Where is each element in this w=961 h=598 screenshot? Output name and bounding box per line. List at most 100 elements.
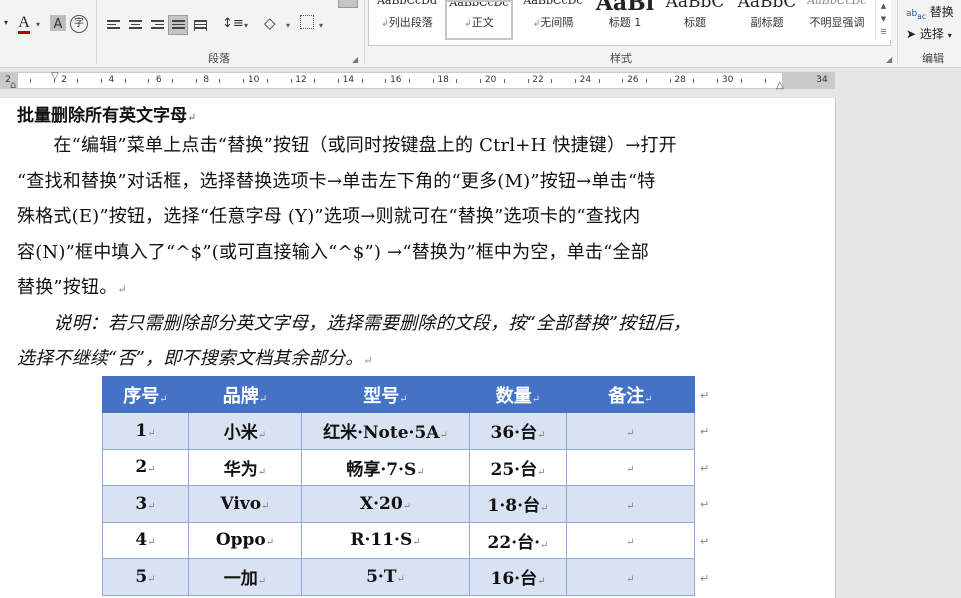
header-cell-quantity[interactable]: 数量↵ <box>469 376 567 413</box>
table-cell[interactable]: 5↵ <box>102 558 189 596</box>
ruler-tick <box>125 79 126 83</box>
scroll-up-icon[interactable]: ▲ <box>876 0 891 13</box>
table-cell[interactable]: 红米·Note·5A↵ <box>301 412 470 450</box>
header-cell-notes[interactable]: 备注↵ <box>566 376 695 413</box>
scroll-down-icon[interactable]: ▼ <box>876 13 891 26</box>
table-cell[interactable]: 一加↵ <box>188 558 302 596</box>
ruler-tick <box>243 79 244 83</box>
ruler-tick <box>528 79 529 83</box>
line-spacing-dropdown-icon[interactable]: ▾ <box>244 17 248 35</box>
cell-mark-icon: ↵ <box>402 500 412 512</box>
cell-mark-icon: ↵ <box>147 573 156 585</box>
style-subtitle[interactable]: AaBbC 副标题 <box>731 0 803 40</box>
table-cell[interactable]: X·20↵ <box>301 485 470 523</box>
select-button[interactable]: ➤ 选择 ▾ <box>906 25 952 42</box>
table-cell[interactable]: 2↵ <box>102 448 189 486</box>
cell-mark-icon: ↵ <box>540 539 549 551</box>
table-cell[interactable]: ↵ <box>566 485 695 523</box>
table-cell[interactable]: 1·8·台↵ <box>469 485 567 523</box>
paragraph-mark-icon: ↵ <box>117 283 127 296</box>
replace-button[interactable]: abac 替换 <box>906 3 954 21</box>
style-heading-1[interactable]: AaBl 标题 1 <box>589 0 661 40</box>
table-cell[interactable]: ↵ <box>566 412 695 450</box>
table-cell[interactable]: 畅享·7·S↵ <box>301 448 470 486</box>
cell-text: 4 <box>135 530 148 551</box>
first-line-indent-marker-icon[interactable]: ▽ <box>51 71 59 82</box>
table-cell[interactable]: ↵ <box>566 448 695 486</box>
style-prefix: ↲ <box>464 19 472 29</box>
justify-button[interactable] <box>168 15 188 35</box>
table-cell[interactable]: 3↵ <box>102 485 189 523</box>
table-cell[interactable]: 36·台↵ <box>469 412 567 450</box>
table-cell[interactable]: 5·T↵ <box>301 558 470 596</box>
hanging-indent-marker-icon[interactable]: ⌂ <box>10 80 16 91</box>
cell-mark-icon: ↵ <box>626 500 635 512</box>
table-cell[interactable]: Oppo↵ <box>188 521 302 559</box>
body-line-text: 替换”按钮。 <box>17 277 118 298</box>
align-right-button[interactable] <box>147 15 167 35</box>
align-center-button[interactable] <box>125 15 145 35</box>
style-title[interactable]: AaBbC 标题 <box>659 0 731 40</box>
group-separator <box>364 0 365 64</box>
show-marks-button[interactable] <box>338 0 358 8</box>
document-page[interactable]: 批量删除所有英文字母↵ 在“编辑”菜单上点击“替换”按钮（或同时按键盘上的 Ct… <box>0 98 836 598</box>
distributed-button[interactable] <box>190 15 210 35</box>
cell-mark-icon: ↵ <box>257 466 267 478</box>
ruler-number: 10 <box>247 75 260 85</box>
enclosed-character-icon[interactable]: 字 <box>70 15 88 33</box>
table-cell[interactable]: 小米↵ <box>188 412 302 450</box>
header-cell-index[interactable]: 序号↵ <box>102 376 189 413</box>
style-normal[interactable]: AaBbCcDc ↲正文 <box>445 0 513 40</box>
ruler-tick <box>267 79 268 83</box>
styles-launcher-icon[interactable]: ◢ <box>886 55 892 64</box>
right-indent-marker-icon[interactable]: △ <box>776 80 784 91</box>
cell-text: 5·T <box>366 566 397 587</box>
table-cell[interactable]: ↵ <box>566 558 695 596</box>
table-cell[interactable]: R·11·S↵ <box>301 521 470 559</box>
table-cell[interactable]: 25·台↵ <box>469 448 567 486</box>
ruler-tick <box>622 79 623 83</box>
paragraph-launcher-icon[interactable]: ◢ <box>352 55 358 64</box>
cell-mark-icon: ↵ <box>540 503 549 515</box>
cell-mark-icon: ↵ <box>147 500 156 512</box>
character-shading-button[interactable]: A <box>50 15 66 32</box>
table-cell[interactable]: 华为↵ <box>188 448 302 486</box>
row-end-mark-icon: ↵ <box>700 425 710 438</box>
table-cell[interactable]: Vivo↵ <box>188 485 302 523</box>
font-color-button[interactable]: A <box>14 14 34 34</box>
table-cell[interactable]: 4↵ <box>102 521 189 559</box>
product-table[interactable]: 序号↵ 品牌↵ 型号↵ 数量↵ 备注↵ 1↵ 小米↵ 红米·Note·5A↵ 36·台… <box>102 376 695 596</box>
ruler-number: 12 <box>295 75 307 85</box>
line-spacing-icon[interactable]: ↕≡ <box>222 15 244 33</box>
shading-dropdown-icon[interactable]: ▾ <box>286 17 290 35</box>
cell-mark-icon: ↵ <box>412 537 421 549</box>
cell-mark-icon: ↵ <box>626 573 635 585</box>
align-right-icon <box>151 20 164 31</box>
more-styles-icon[interactable]: ☰ <box>876 26 891 39</box>
header-cell-model[interactable]: 型号↵ <box>301 376 470 413</box>
styles-scroll[interactable]: ▲ ▼ ☰ <box>875 0 891 40</box>
cell-mark-icon: ↵ <box>537 466 546 478</box>
style-subtle-emphasis[interactable]: AaBbCcDc 不明显强调 <box>803 0 871 40</box>
shading-bucket-icon[interactable]: ◇ <box>264 14 276 32</box>
borders-dropdown-icon[interactable]: ▾ <box>319 17 323 35</box>
table-cell[interactable]: ↵ <box>566 521 695 559</box>
table-cell[interactable]: 22·台·↵ <box>469 521 567 559</box>
paragraph-mark-icon: ↵ <box>187 111 197 124</box>
font-dropdown-arrow-icon[interactable]: ▾ <box>4 14 8 32</box>
cell-mark-icon: ↵ <box>439 430 448 442</box>
align-left-button[interactable] <box>103 15 123 35</box>
style-list-paragraph[interactable]: AaBbCcDd ↲列出段落 <box>371 0 443 40</box>
borders-icon[interactable] <box>300 15 314 29</box>
horizontal-ruler[interactable]: 2 2 4 6 8 10 12 14 16 18 20 22 24 26 28 30 34 ▽ ⌂ △ <box>0 71 835 91</box>
font-color-dropdown-icon[interactable]: ▾ <box>36 16 40 34</box>
header-cell-brand[interactable]: 品牌↵ <box>188 376 302 413</box>
ruler-number: 4 <box>108 75 115 85</box>
table-cell[interactable]: 16·台↵ <box>469 558 567 596</box>
font-color-letter: A <box>18 14 30 34</box>
cell-mark-icon: ↵ <box>399 393 408 405</box>
cell-text: Vivo <box>220 493 262 514</box>
table-cell[interactable]: 1↵ <box>102 412 189 450</box>
style-no-spacing[interactable]: AaBbCcDc ↲无间隔 <box>517 0 589 40</box>
style-name: 副标题 <box>750 16 784 29</box>
